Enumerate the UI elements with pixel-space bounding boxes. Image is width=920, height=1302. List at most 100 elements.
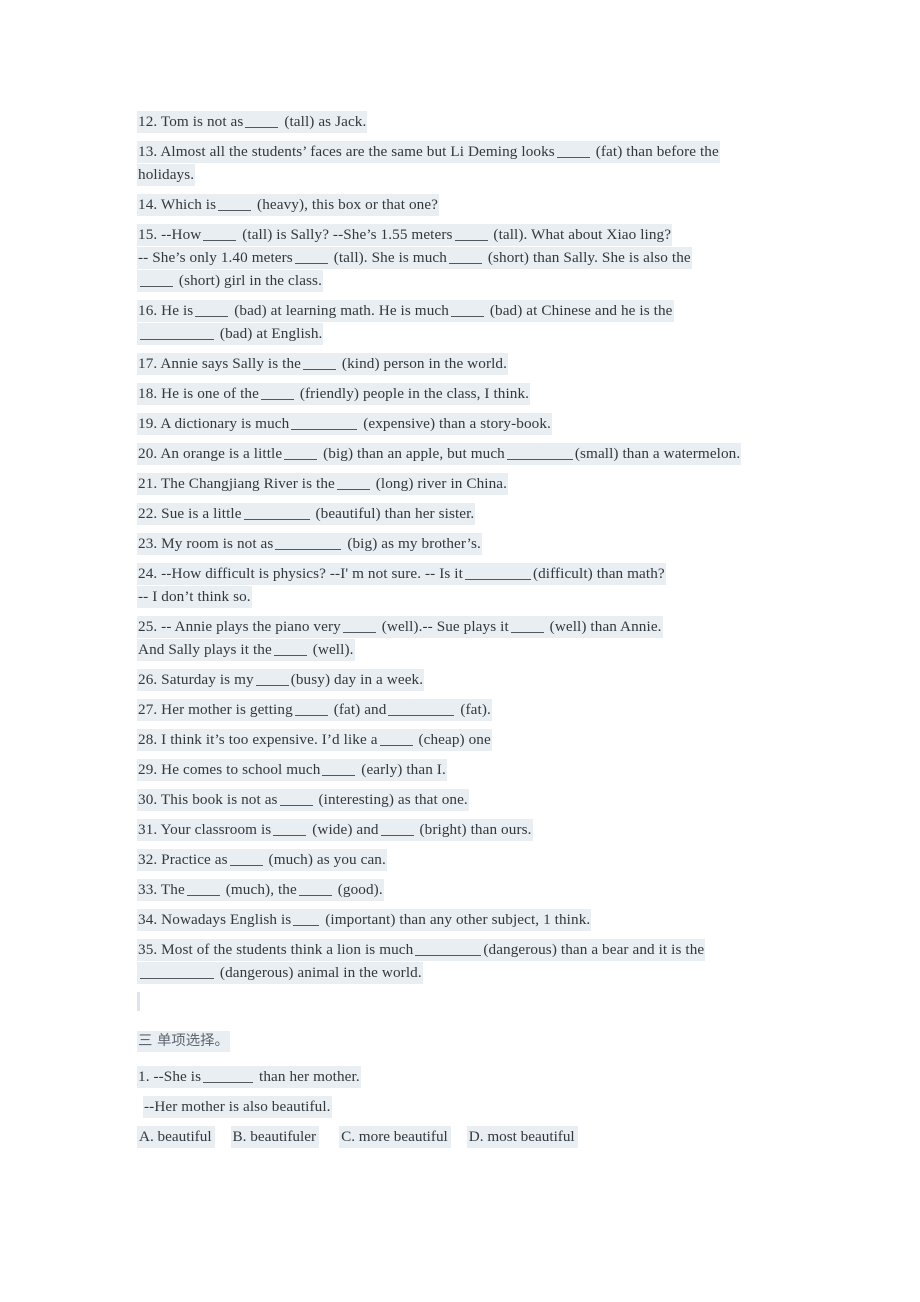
answer-blank[interactable]: [273, 822, 307, 836]
question-35-text-mid: (dangerous) than a bear and it is the: [483, 941, 705, 958]
answer-blank[interactable]: [322, 762, 356, 776]
question-item-16: 16. He is (bad) at learning math. He is …: [137, 299, 790, 345]
question-16-line2: (bad) at English.: [219, 325, 323, 342]
answer-blank[interactable]: [203, 227, 237, 241]
answer-blank[interactable]: [229, 852, 263, 866]
mc-option-c[interactable]: C. more beautiful: [339, 1126, 451, 1148]
question-29-text-post: (early) than I.: [361, 761, 446, 778]
question-item-26: 26. Saturday is my (busy) day in a week.: [137, 668, 790, 691]
question-24-continuation: -- I don’t think so.: [137, 586, 252, 608]
question-item-21: 21. The Changjiang River is the (long) r…: [137, 472, 790, 495]
answer-blank[interactable]: [140, 273, 173, 287]
answer-blank[interactable]: [556, 144, 590, 158]
question-16-text-mid: (bad) at learning math. He is much: [234, 302, 449, 319]
question-20-text-pre: 20. An orange is a little: [138, 445, 283, 462]
answer-blank[interactable]: [186, 882, 220, 896]
question-item-23: 23. My room is not as (big) as my brothe…: [137, 532, 790, 555]
answer-blank[interactable]: [260, 386, 294, 400]
question-25-line2-b: (well).: [312, 641, 354, 658]
mc-option-a[interactable]: A. beautiful: [137, 1126, 215, 1148]
mc-question-1-stem-b: than her mother.: [259, 1068, 360, 1085]
question-item-31: 31. Your classroom is (wide) and (bright…: [137, 818, 790, 841]
question-18-text-pre: 18. He is one of the: [138, 385, 259, 402]
question-15-text-mid: (tall) is Sally? --She’s 1.55 meters: [242, 226, 453, 243]
answer-blank[interactable]: [454, 227, 488, 241]
question-12-text-post: (tall) as Jack.: [284, 113, 367, 130]
question-14-text-pre: 14. Which is: [138, 196, 217, 213]
answer-blank[interactable]: [275, 536, 342, 550]
answer-blank[interactable]: [294, 250, 328, 264]
question-33-text-post: (good).: [337, 881, 383, 898]
question-15-text-pre: 15. --How: [138, 226, 202, 243]
question-15-line2-a: -- She’s only 1.40 meters: [138, 249, 293, 266]
question-33-text-pre: 33. The: [138, 881, 185, 898]
answer-blank[interactable]: [218, 197, 252, 211]
answer-blank[interactable]: [291, 416, 358, 430]
question-30-text-pre: 30. This book is not as: [138, 791, 278, 808]
answer-blank[interactable]: [243, 506, 310, 520]
answer-blank[interactable]: [342, 619, 376, 633]
question-30-text-post: (interesting) as that one.: [318, 791, 468, 808]
mc-question-1-stem-a: 1. --She is: [138, 1068, 202, 1085]
mc-option-b[interactable]: B. beautifuler: [230, 1126, 320, 1148]
question-17-text-pre: 17. Annie says Sally is the: [138, 355, 302, 372]
question-15-line2-b: (tall). She is much: [333, 249, 447, 266]
answer-blank[interactable]: [255, 672, 289, 686]
question-19-text-pre: 19. A dictionary is much: [138, 415, 290, 432]
question-32-text-post: (much) as you can.: [268, 851, 386, 868]
question-12-text-pre: 12. Tom is not as: [138, 113, 244, 130]
answer-blank[interactable]: [273, 642, 307, 656]
mc-option-d[interactable]: D. most beautiful: [466, 1126, 578, 1148]
question-item-18: 18. He is one of the (friendly) people i…: [137, 382, 790, 405]
question-item-30: 30. This book is not as (interesting) as…: [137, 788, 790, 811]
text-caret-icon: [137, 992, 140, 1011]
question-item-13: 13. Almost all the students’ faces are t…: [137, 140, 790, 186]
question-35-line2: (dangerous) animal in the world.: [219, 964, 422, 981]
question-34-text-pre: 34. Nowadays English is: [138, 911, 292, 928]
answer-blank[interactable]: [279, 792, 313, 806]
section-three-heading-label: 三 单项选择。: [137, 1031, 230, 1052]
question-27-text-post: (fat).: [460, 701, 491, 718]
answer-blank[interactable]: [415, 942, 482, 956]
answer-blank[interactable]: [303, 356, 337, 370]
question-34-text-post: (important) than any other subject, 1 th…: [325, 911, 591, 928]
answer-blank[interactable]: [140, 326, 214, 340]
question-28-text-post: (cheap) one: [418, 731, 491, 748]
question-item-27: 27. Her mother is getting (fat) and (fat…: [137, 698, 790, 721]
question-15-line2-c: (short) than Sally. She is also the: [487, 249, 691, 266]
answer-blank[interactable]: [450, 303, 484, 317]
section-three-heading: 三 单项选择。: [137, 1030, 790, 1053]
question-23-text-post: (big) as my brother’s.: [347, 535, 481, 552]
question-14-text-post: (heavy), this box or that one?: [257, 196, 439, 213]
question-20-text-post: (small) than a watermelon.: [574, 445, 741, 462]
answer-blank[interactable]: [284, 446, 318, 460]
answer-blank[interactable]: [293, 912, 320, 926]
question-21-text-pre: 21. The Changjiang River is the: [138, 475, 335, 492]
question-28-text-pre: 28. I think it’s too expensive. I’d like…: [138, 731, 378, 748]
answer-blank[interactable]: [379, 732, 413, 746]
question-13-continuation: holidays.: [137, 164, 196, 186]
question-18-text-post: (friendly) people in the class, I think.: [299, 385, 530, 402]
answer-blank[interactable]: [245, 114, 279, 128]
answer-blank[interactable]: [195, 303, 229, 317]
question-19-text-post: (expensive) than a story-book.: [363, 415, 551, 432]
answer-blank[interactable]: [380, 822, 414, 836]
answer-blank[interactable]: [294, 702, 328, 716]
answer-blank[interactable]: [140, 965, 214, 979]
answer-blank[interactable]: [203, 1069, 254, 1083]
answer-blank[interactable]: [448, 250, 482, 264]
question-31-text-post: (bright) than ours.: [419, 821, 532, 838]
answer-blank[interactable]: [464, 566, 531, 580]
question-item-25: 25. -- Annie plays the piano very (well)…: [137, 615, 790, 661]
question-item-35: 35. Most of the students think a lion is…: [137, 938, 790, 984]
question-16-text-post: (bad) at Chinese and he is the: [489, 302, 673, 319]
answer-blank[interactable]: [506, 446, 573, 460]
question-item-29: 29. He comes to school much (early) than…: [137, 758, 790, 781]
answer-blank[interactable]: [388, 702, 455, 716]
answer-blank[interactable]: [510, 619, 544, 633]
answer-blank[interactable]: [298, 882, 332, 896]
answer-blank[interactable]: [336, 476, 370, 490]
question-item-24: 24. --How difficult is physics? --I' m n…: [137, 562, 790, 608]
mc-question-1-options: A. beautiful B. beautifuler C. more beauti…: [137, 1125, 790, 1148]
question-22-text-pre: 22. Sue is a little: [138, 505, 242, 522]
